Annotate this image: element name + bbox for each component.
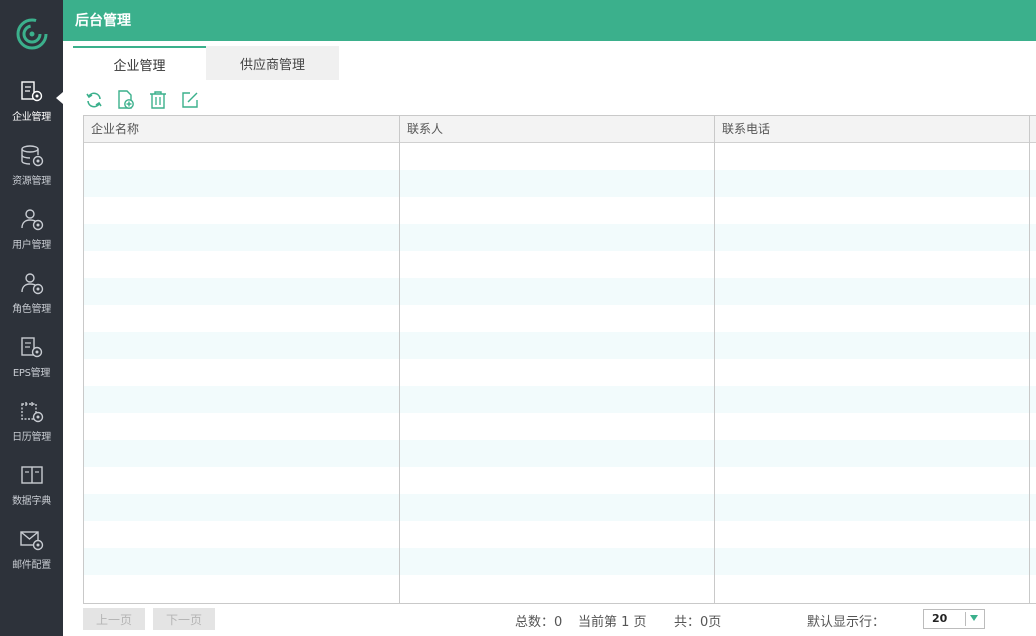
sidebar-item-resources[interactable]: 资源管理 [0,132,63,196]
eps-settings-icon [20,337,42,358]
active-indicator [56,92,63,104]
tab-enterprise[interactable]: 企业管理 [73,46,206,80]
table-row [84,197,1036,224]
sidebar-item-label: 资源管理 [12,176,51,187]
edit-icon [182,92,198,108]
table-row [84,251,1036,278]
sidebar-item-label: 角色管理 [12,304,51,315]
sidebar-item-roles[interactable]: 角色管理 [0,260,63,324]
table-row [84,224,1036,251]
page-size-select[interactable]: 20 [923,609,985,629]
mail-settings-icon [19,531,43,551]
sidebar-item-enterprise[interactable]: 企业管理 [0,68,63,132]
page-size-value: 20 [932,612,948,625]
sidebar-item-label: 企业管理 [12,112,51,123]
delete-icon [150,91,166,109]
database-settings-icon [20,145,43,167]
calendar-settings-icon [20,402,43,423]
current-page: 当前第 1 页 [578,615,647,630]
prev-page-button[interactable]: 上一页 [83,608,145,630]
top-header: 后台管理 [63,0,1036,41]
table-row [84,305,1036,332]
table-row [84,548,1036,575]
page-size-label: 默认显示行： [807,615,886,630]
select-divider [965,612,966,626]
tab-supplier[interactable]: 供应商管理 [206,46,339,80]
data-table: 企业名称 联系人 联系电话 [83,115,1036,604]
column-header-phone[interactable]: 联系电话 [715,116,1030,143]
sidebar-item-dictionary[interactable]: 数据字典 [0,452,63,516]
table-row [84,278,1036,305]
pagination-bar: 上一页 下一页 总数：0 当前第 1 页 共：0页 默认显示行： 20 [83,607,1036,631]
table-row [84,332,1036,359]
tab-bar: 企业管理 供应商管理 [73,46,339,80]
column-divider [1029,116,1030,603]
add-button[interactable] [116,90,136,110]
refresh-button[interactable] [84,90,104,110]
column-divider [714,116,715,603]
delete-button[interactable] [148,90,168,110]
table-header: 企业名称 联系人 联系电话 [84,116,1036,143]
next-page-button[interactable]: 下一页 [153,608,215,630]
sidebar: 企业管理 资源管理 用户管理 角色管理 EPS管理 日历管理 数据字典 邮件配置 [0,0,63,636]
table-body [84,143,1036,603]
table-row [84,521,1036,548]
table-row [84,386,1036,413]
page-title: 后台管理 [75,13,131,29]
app-logo [0,0,63,68]
sidebar-item-calendar[interactable]: 日历管理 [0,388,63,452]
sidebar-item-label: 用户管理 [12,240,51,251]
sidebar-item-eps[interactable]: EPS管理 [0,324,63,388]
sidebar-item-label: 邮件配置 [12,560,51,571]
sidebar-item-users[interactable]: 用户管理 [0,196,63,260]
table-row [84,440,1036,467]
table-row [84,575,1036,602]
sidebar-item-mail[interactable]: 邮件配置 [0,516,63,580]
total-pages: 共：0页 [674,615,722,630]
table-row [84,494,1036,521]
sidebar-item-label: 日历管理 [12,432,51,443]
table-row [84,143,1036,170]
column-divider [399,116,400,603]
column-header-company[interactable]: 企业名称 [84,116,400,143]
role-settings-icon [20,273,43,295]
edit-button[interactable] [180,90,200,110]
table-row [84,359,1036,386]
table-row [84,170,1036,197]
swirl-logo-icon [16,18,47,50]
user-settings-icon [20,209,43,231]
chevron-down-icon [970,615,978,621]
refresh-icon [86,92,102,108]
book-icon [20,466,43,484]
toolbar [84,89,200,111]
add-document-icon [118,90,134,109]
table-row [84,467,1036,494]
sidebar-item-label: EPS管理 [12,368,51,379]
table-row [84,413,1036,440]
total-count: 总数：0 [515,615,563,630]
sidebar-item-label: 数据字典 [12,496,51,507]
column-header-contact[interactable]: 联系人 [400,116,715,143]
enterprise-settings-icon [20,81,42,102]
